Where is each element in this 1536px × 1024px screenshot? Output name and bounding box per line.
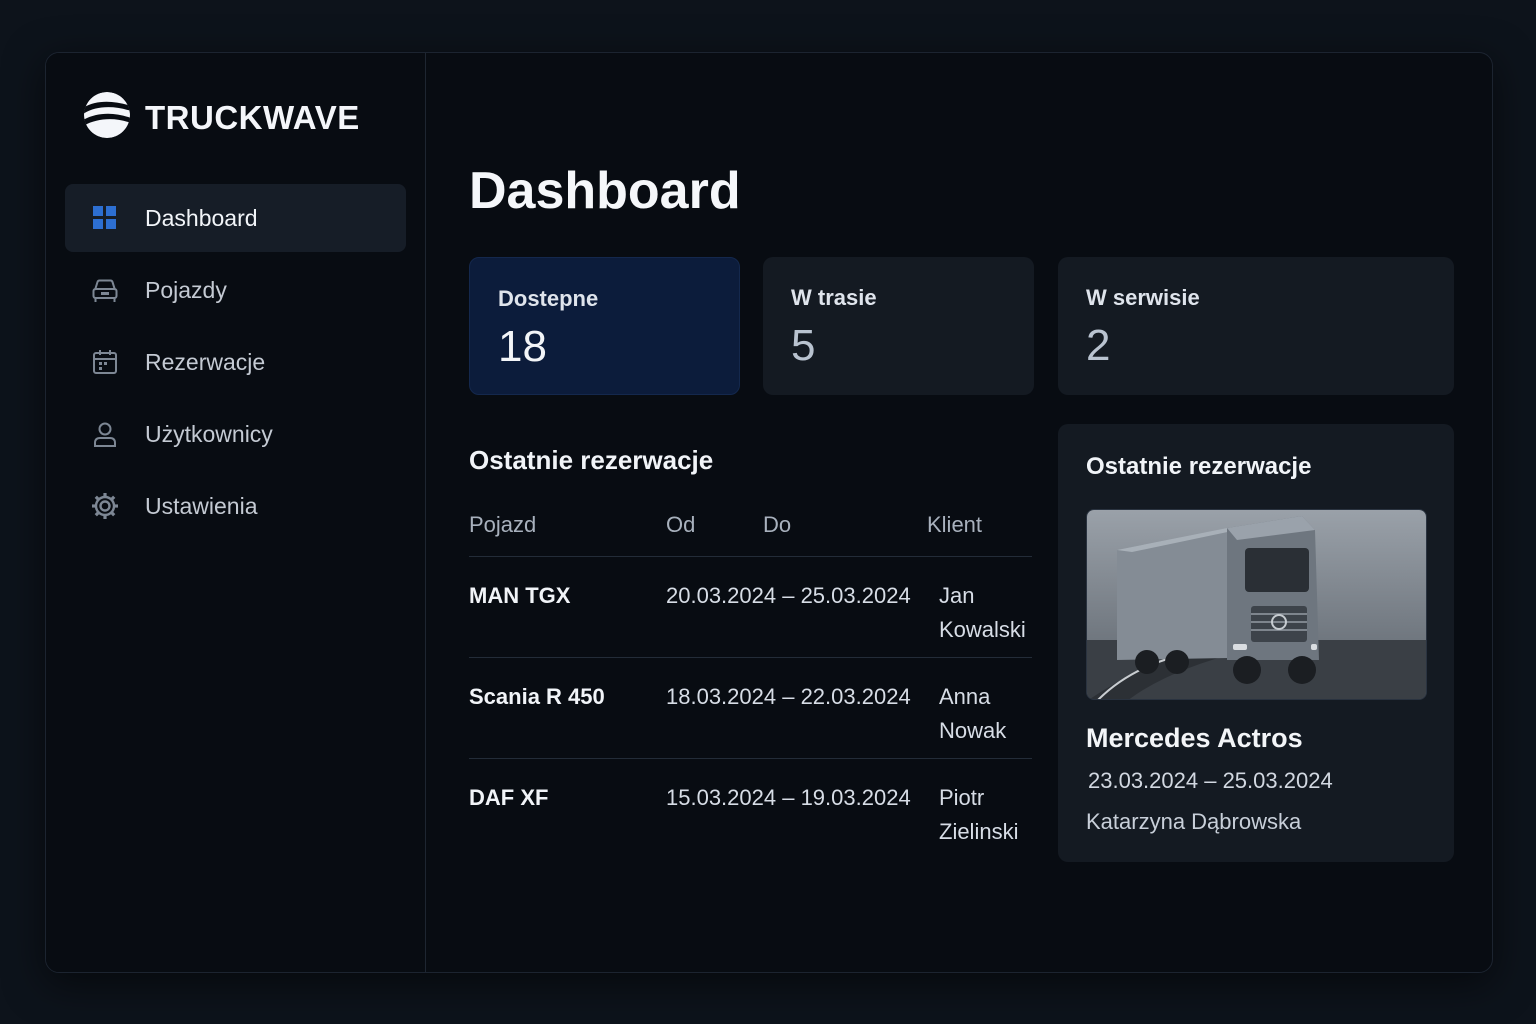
client-cell: Piotr Zielinski xyxy=(939,785,1019,844)
column-header-to[interactable]: Do xyxy=(763,512,791,538)
vehicle-cell: MAN TGX xyxy=(469,583,571,608)
stat-value: 2 xyxy=(1086,321,1111,370)
vehicle-cell: DAF XF xyxy=(469,785,549,810)
sidebar-item-label: Użytkownicy xyxy=(145,420,273,447)
card-title: Ostatnie rezerwacje xyxy=(1086,453,1312,480)
sidebar-item-label: Dashboard xyxy=(145,204,258,231)
client-cell: Anna Nowak xyxy=(939,684,1007,743)
sidebar-item-label: Ustawienia xyxy=(145,492,258,519)
sidebar-item-uzytkownicy[interactable]: Użytkownicy xyxy=(65,400,406,468)
brand-name: TRUCKWAVE xyxy=(145,98,360,136)
reservations-table: Pojazd Od Do Klient MAN TGX 20.03.2024 –… xyxy=(469,508,1032,860)
table-header: Pojazd Od Do Klient xyxy=(469,508,1032,557)
table-row[interactable]: DAF XF 15.03.2024 – 19.03.2024 Piotr Zie… xyxy=(469,759,1032,860)
column-header-vehicle[interactable]: Pojazd xyxy=(469,512,536,538)
sidebar-item-ustawienia[interactable]: Ustawienia xyxy=(65,472,406,540)
stat-label: W trasie xyxy=(791,285,877,310)
featured-client: Katarzyna Dąbrowska xyxy=(1086,809,1302,834)
sidebar: TRUCKWAVE Dashboard Pojazdy Rezerwacje U… xyxy=(46,53,426,972)
calendar-icon xyxy=(89,346,121,378)
main-content: Dashboard Dostepne 18 W trasie 5 W serwi… xyxy=(427,53,1492,972)
grid-icon xyxy=(89,202,121,234)
dates-cell: 20.03.2024 – 25.03.2024 xyxy=(666,583,911,608)
page-title: Dashboard xyxy=(469,162,741,220)
featured-vehicle-name: Mercedes Actros xyxy=(1086,723,1303,753)
table-row[interactable]: MAN TGX 20.03.2024 – 25.03.2024 Jan Kowa… xyxy=(469,557,1032,658)
stat-value: 5 xyxy=(791,321,816,370)
sidebar-item-pojazdy[interactable]: Pojazdy xyxy=(65,256,406,324)
column-header-from[interactable]: Od xyxy=(666,512,695,538)
dates-cell: 15.03.2024 – 19.03.2024 xyxy=(666,785,911,810)
brand-logo[interactable]: TRUCKWAVE xyxy=(83,91,360,144)
stat-card-in-service[interactable]: W serwisie 2 xyxy=(1058,257,1454,395)
stat-label: W serwisie xyxy=(1086,285,1200,310)
truck-image xyxy=(1086,509,1427,700)
user-icon xyxy=(89,418,121,450)
table-row[interactable]: Scania R 450 18.03.2024 – 22.03.2024 Ann… xyxy=(469,658,1032,759)
sidebar-item-label: Pojazdy xyxy=(145,276,227,303)
dates-cell: 18.03.2024 – 22.03.2024 xyxy=(666,684,911,709)
sidebar-item-dashboard[interactable]: Dashboard xyxy=(65,184,406,252)
sidebar-item-label: Rezerwacje xyxy=(145,348,266,375)
stat-value: 18 xyxy=(498,322,547,371)
column-header-client[interactable]: Klient xyxy=(927,512,982,538)
client-cell: Jan Kowalski xyxy=(939,583,1026,642)
vehicle-cell: Scania R 450 xyxy=(469,684,605,709)
stat-label: Dostepne xyxy=(498,286,599,311)
car-icon xyxy=(89,274,121,306)
recent-reservations-title: Ostatnie rezerwacje xyxy=(469,445,714,475)
wave-logo-icon xyxy=(83,91,131,144)
app-window: TRUCKWAVE Dashboard Pojazdy Rezerwacje U… xyxy=(45,52,1493,973)
sidebar-item-rezerwacje[interactable]: Rezerwacje xyxy=(65,328,406,396)
stat-card-on-route[interactable]: W trasie 5 xyxy=(763,257,1034,395)
sidebar-nav: Dashboard Pojazdy Rezerwacje Użytkownicy… xyxy=(65,184,406,544)
stat-card-available[interactable]: Dostepne 18 xyxy=(469,257,740,395)
gear-icon xyxy=(89,490,121,522)
featured-reservation-card[interactable]: Ostatnie rezerwacje Mercedes Actros 23.0… xyxy=(1058,424,1454,862)
featured-dates: 23.03.2024 – 25.03.2024 xyxy=(1088,768,1333,793)
